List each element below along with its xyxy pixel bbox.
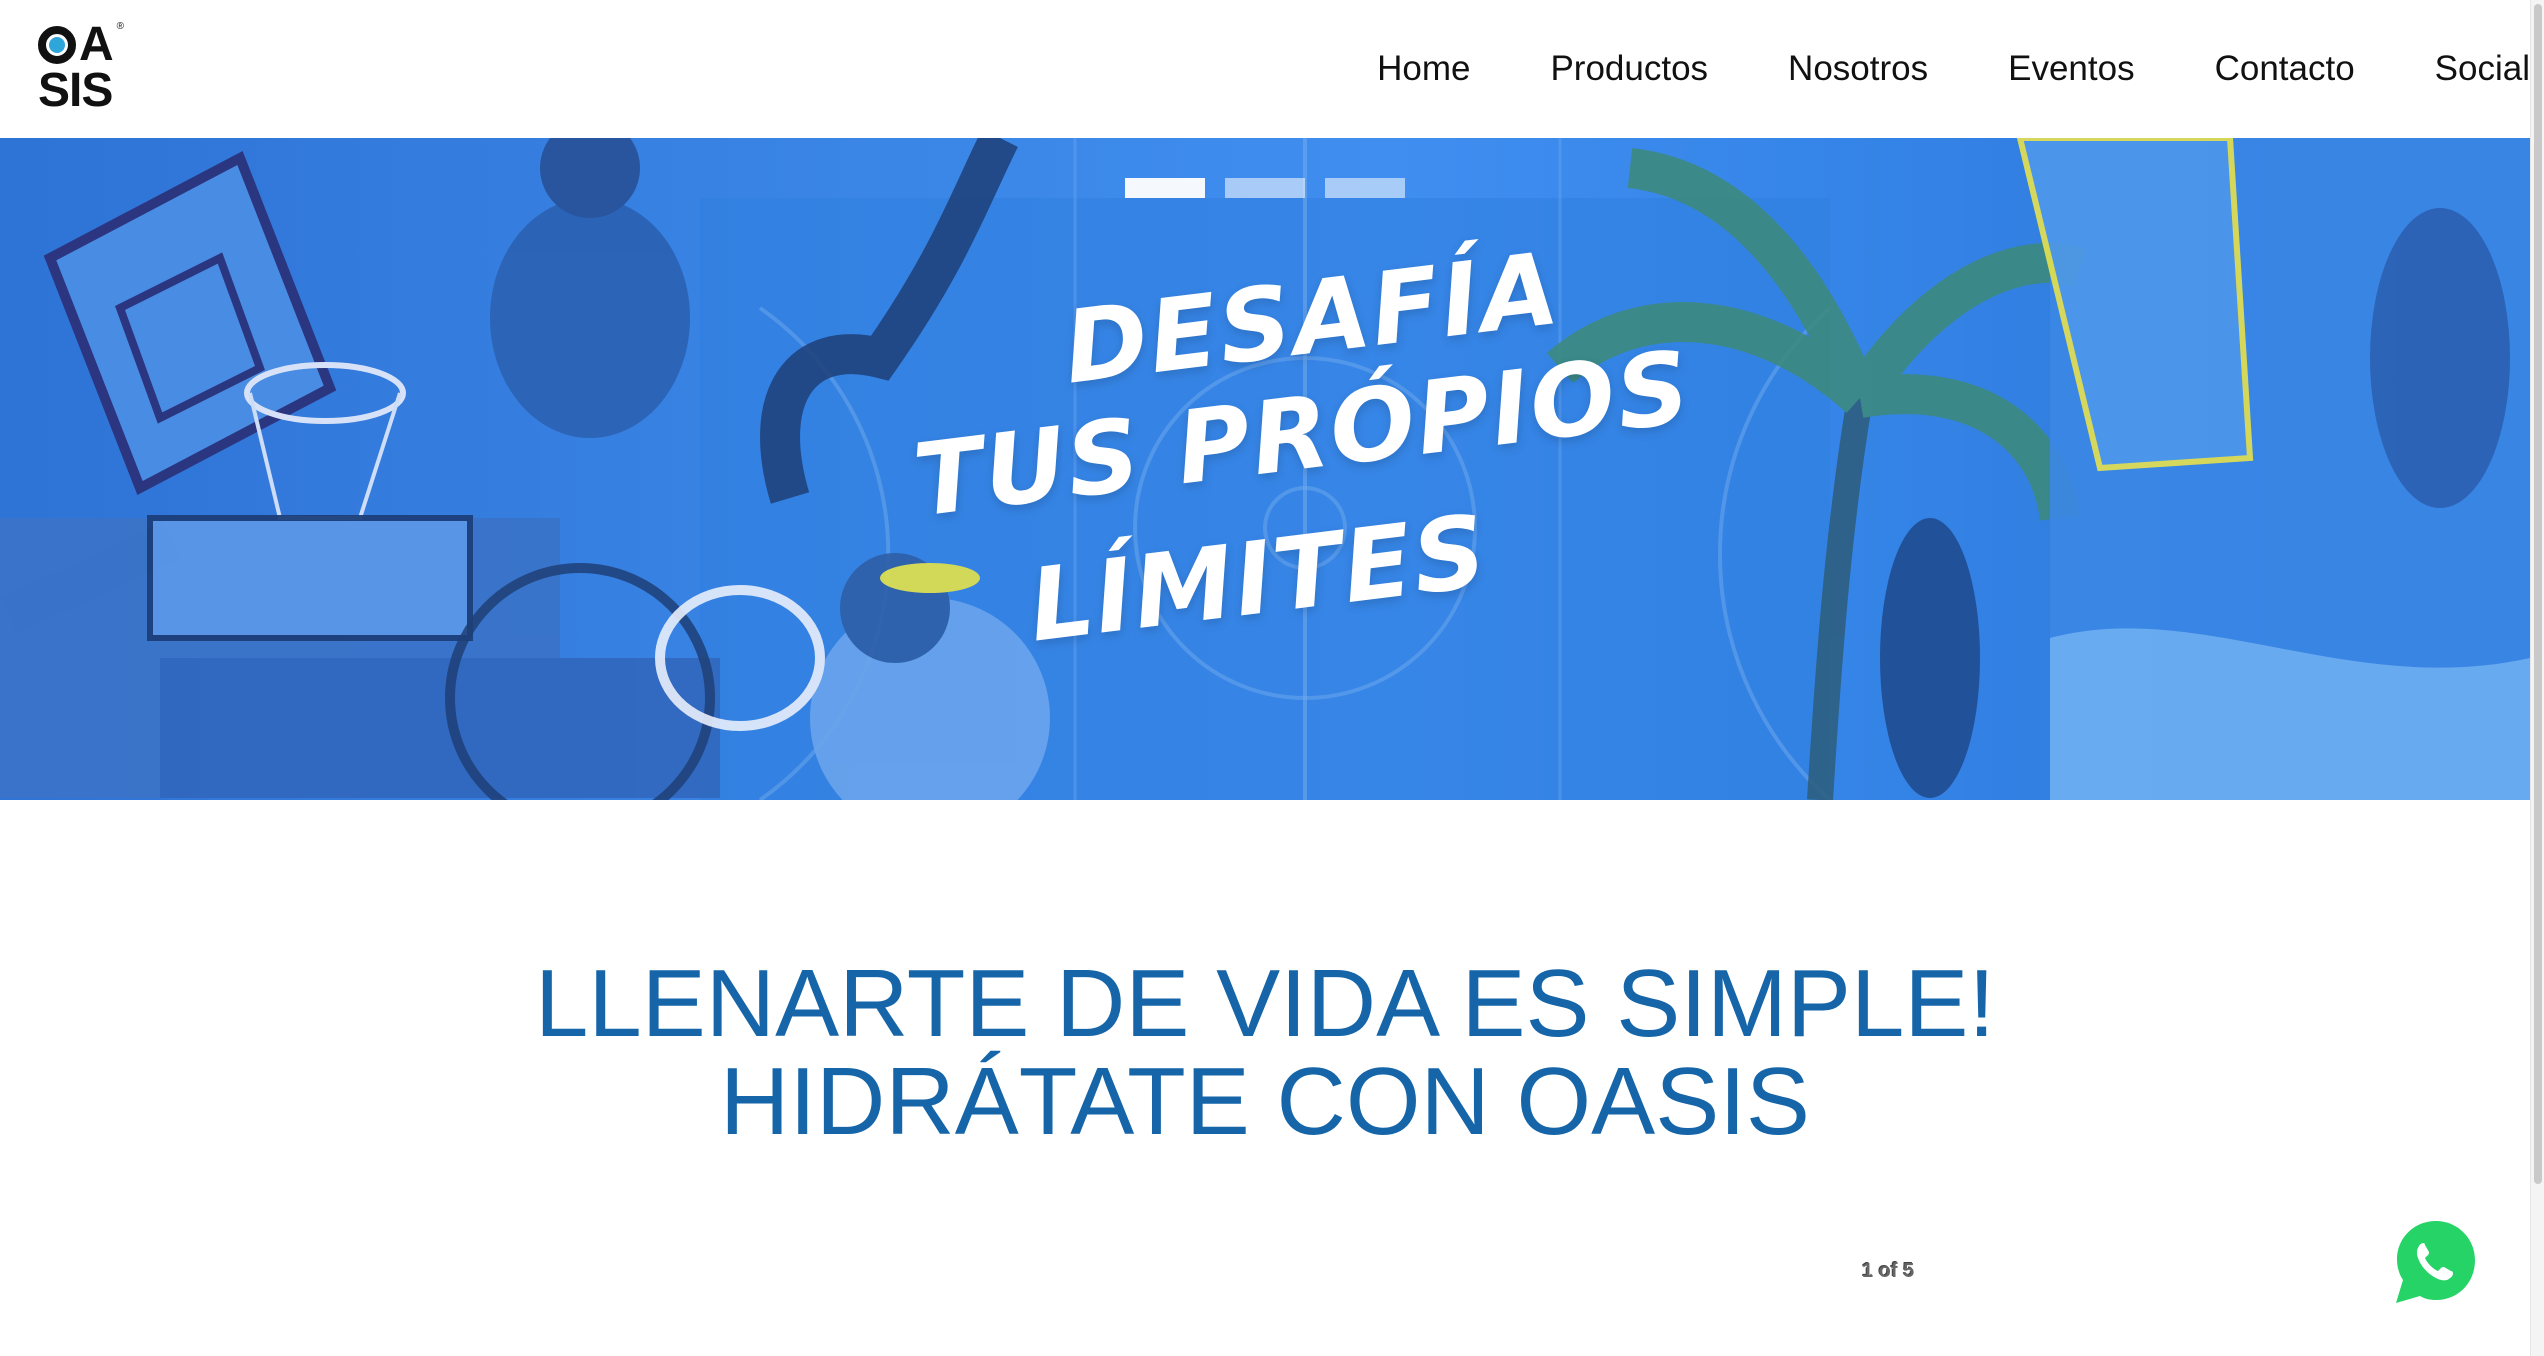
carousel-indicator-2[interactable]	[1225, 178, 1305, 198]
registered-mark: ®	[116, 21, 124, 32]
slide-counter: 1 of 5	[1862, 1260, 1915, 1282]
carousel-indicator-3[interactable]	[1325, 178, 1405, 198]
slogan-line-2: HIDRÁTATE CON OASIS	[720, 1048, 1810, 1155]
slogan-heading: LLENARTE DE VIDA ES SIMPLE! HIDRÁTATE CO…	[0, 955, 2530, 1151]
hero-background-art	[0, 138, 2530, 800]
nav-contacto[interactable]: Contacto	[2215, 49, 2355, 89]
logo-o-mark	[38, 26, 76, 64]
nav-home[interactable]: Home	[1377, 49, 1470, 89]
page-scrollbar[interactable]	[2530, 0, 2544, 1356]
carousel-indicator-1[interactable]	[1125, 178, 1205, 198]
whatsapp-icon	[2396, 1221, 2475, 1303]
whatsapp-button[interactable]	[2390, 1215, 2482, 1307]
water-sports-graphic	[1880, 138, 2530, 800]
nav-social[interactable]: Social	[2435, 49, 2530, 89]
logo-top-row: A	[38, 18, 128, 71]
nav-productos[interactable]: Productos	[1550, 49, 1708, 89]
carousel-indicators	[1125, 178, 1425, 198]
nav-eventos[interactable]: Eventos	[2008, 49, 2134, 89]
logo-top-text: A	[79, 18, 114, 71]
oasis-logo[interactable]: ® A SIS	[38, 18, 128, 117]
logo-bottom-text: SIS	[38, 64, 113, 117]
nav-nosotros[interactable]: Nosotros	[1788, 49, 1928, 89]
scrollbar-thumb[interactable]	[2534, 4, 2542, 1184]
site-header: ® A SIS Home Productos Nosotros Eventos …	[0, 0, 2530, 138]
jeep-graphic	[0, 515, 720, 798]
main-nav: Home Productos Nosotros Eventos Contacto…	[1297, 0, 2530, 138]
logo-bottom-row: SIS	[38, 64, 128, 117]
hero-banner[interactable]: DESAFÍA TUS PRÓPIOS LÍMITES	[0, 138, 2530, 800]
slogan-line-1: LLENARTE DE VIDA ES SIMPLE!	[534, 950, 1996, 1057]
